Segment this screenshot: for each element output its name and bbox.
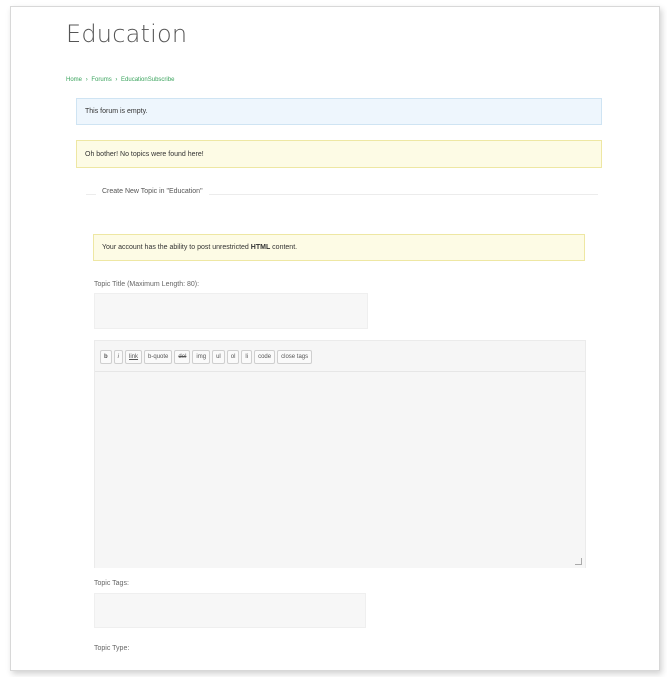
forum-empty-notice: This forum is empty.	[76, 98, 602, 125]
html-permission-notice: Your account has the ability to post unr…	[93, 234, 585, 261]
breadcrumb-home-link[interactable]: Home	[66, 77, 82, 83]
toolbar-button-li[interactable]: li	[241, 350, 253, 364]
new-topic-legend: Create New Topic in "Education"	[96, 188, 209, 195]
topic-tags-label: Topic Tags:	[94, 580, 129, 587]
toolbar-button-ol[interactable]: ol	[226, 350, 240, 364]
no-topics-text: Oh bother! No topics were found here!	[85, 150, 204, 158]
html-notice-prefix: Your account has the ability to post unr…	[102, 244, 251, 251]
toolbar-button-del[interactable]: del	[174, 350, 191, 364]
topic-title-label: Topic Title (Maximum Length: 80):	[94, 281, 200, 288]
breadcrumb-separator: ›	[115, 77, 118, 83]
topic-content-editor: b i link b-quote del img ul ol li code close tags	[94, 340, 586, 568]
resize-handle[interactable]	[575, 558, 582, 565]
toolbar-button-ul[interactable]: ul	[212, 350, 225, 364]
breadcrumb-separator: ›	[85, 77, 88, 83]
html-notice-bold: HTML	[250, 244, 271, 251]
breadcrumb-current-link[interactable]: EducationSubscribe	[121, 77, 174, 83]
topic-title-input[interactable]	[94, 293, 368, 329]
toolbar-button-b[interactable]: b	[100, 350, 112, 364]
breadcrumb-forums-link[interactable]: Forums	[91, 77, 111, 83]
html-notice-suffix: content.	[270, 244, 298, 251]
html-notice-text: Your account has the ability to post unr…	[102, 244, 297, 251]
topic-content-textarea[interactable]	[95, 371, 585, 568]
toolbar-button-img[interactable]: img	[192, 350, 211, 364]
page-title: Education	[66, 20, 188, 48]
toolbar-button-b-quote[interactable]: b-quote	[144, 350, 173, 364]
editor-toolbar: b i link b-quote del img ul ol li code close tags	[100, 350, 313, 364]
topic-type-label: Topic Type:	[94, 645, 130, 652]
toolbar-button-link[interactable]: link	[125, 350, 143, 364]
breadcrumb: Home › Forums › EducationSubscribe	[66, 77, 176, 83]
topic-tags-input[interactable]	[94, 593, 366, 628]
toolbar-button-i[interactable]: i	[113, 350, 124, 364]
toolbar-button-close-tags[interactable]: close tags	[277, 350, 313, 364]
toolbar-button-code[interactable]: code	[254, 350, 276, 364]
forum-empty-text: This forum is empty.	[85, 108, 148, 115]
no-topics-notice: Oh bother! No topics were found here!	[76, 140, 602, 168]
